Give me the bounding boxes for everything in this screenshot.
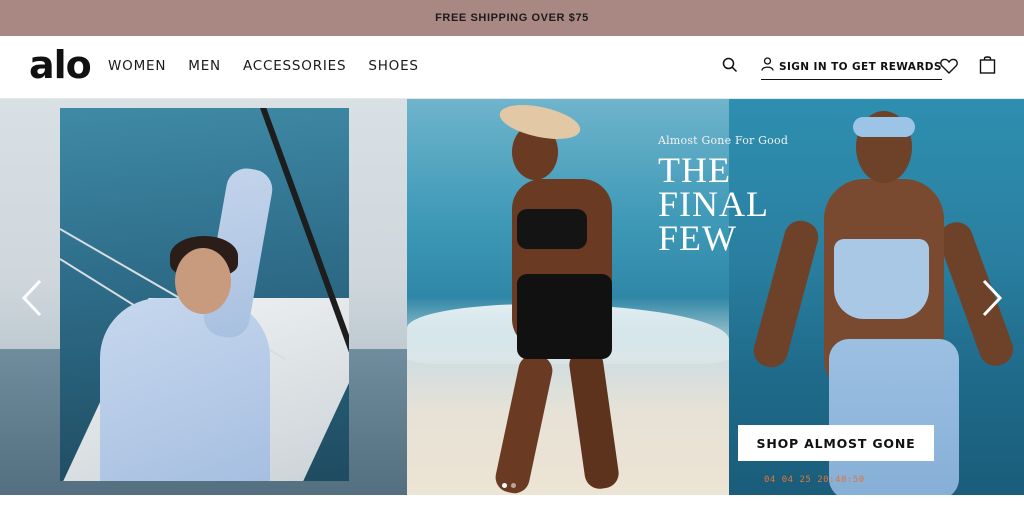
photo-card [60, 108, 349, 481]
heart-icon[interactable] [940, 58, 958, 79]
nav-women[interactable]: WOMEN [108, 58, 166, 74]
rewards-link[interactable]: SIGN IN TO GET REWARDS [761, 57, 942, 80]
user-icon [761, 57, 774, 76]
nav-shoes[interactable]: SHOES [368, 58, 418, 74]
site-header: alo WOMEN MEN ACCESSORIES SHOES SIGN IN … [0, 36, 1024, 99]
carousel-dot[interactable] [511, 483, 516, 488]
carousel-dots [502, 483, 516, 488]
promo-bar: FREE SHIPPING OVER $75 [0, 0, 1024, 36]
photo-date-stamp: 04 04 25 20:48:50 [764, 475, 865, 485]
hero-headline-line-3: FEW [658, 218, 737, 258]
main-nav: WOMEN MEN ACCESSORIES SHOES [108, 58, 441, 74]
hero-kicker: Almost Gone For Good [658, 134, 789, 147]
nav-men[interactable]: MEN [188, 58, 221, 74]
hero-image-left[interactable] [0, 99, 407, 495]
nav-accessories[interactable]: ACCESSORIES [243, 58, 346, 74]
shop-almost-gone-button[interactable]: SHOP ALMOST GONE [738, 425, 934, 461]
rewards-label: SIGN IN TO GET REWARDS [779, 60, 942, 73]
carousel-next-arrow-icon[interactable] [980, 278, 1004, 318]
cta-label: SHOP ALMOST GONE [756, 435, 916, 451]
search-icon[interactable] [722, 57, 738, 78]
carousel-prev-arrow-icon[interactable] [20, 278, 44, 318]
promo-text: FREE SHIPPING OVER $75 [435, 12, 589, 24]
logo[interactable]: alo [29, 45, 92, 85]
bag-icon[interactable] [979, 55, 996, 79]
carousel-dot[interactable] [502, 483, 507, 488]
hero-headline-line-1: THE [658, 150, 731, 190]
hero-headline: Almost Gone For Good THE FINAL FEW [658, 134, 789, 258]
hero-headline-line-2: FINAL [658, 184, 769, 224]
